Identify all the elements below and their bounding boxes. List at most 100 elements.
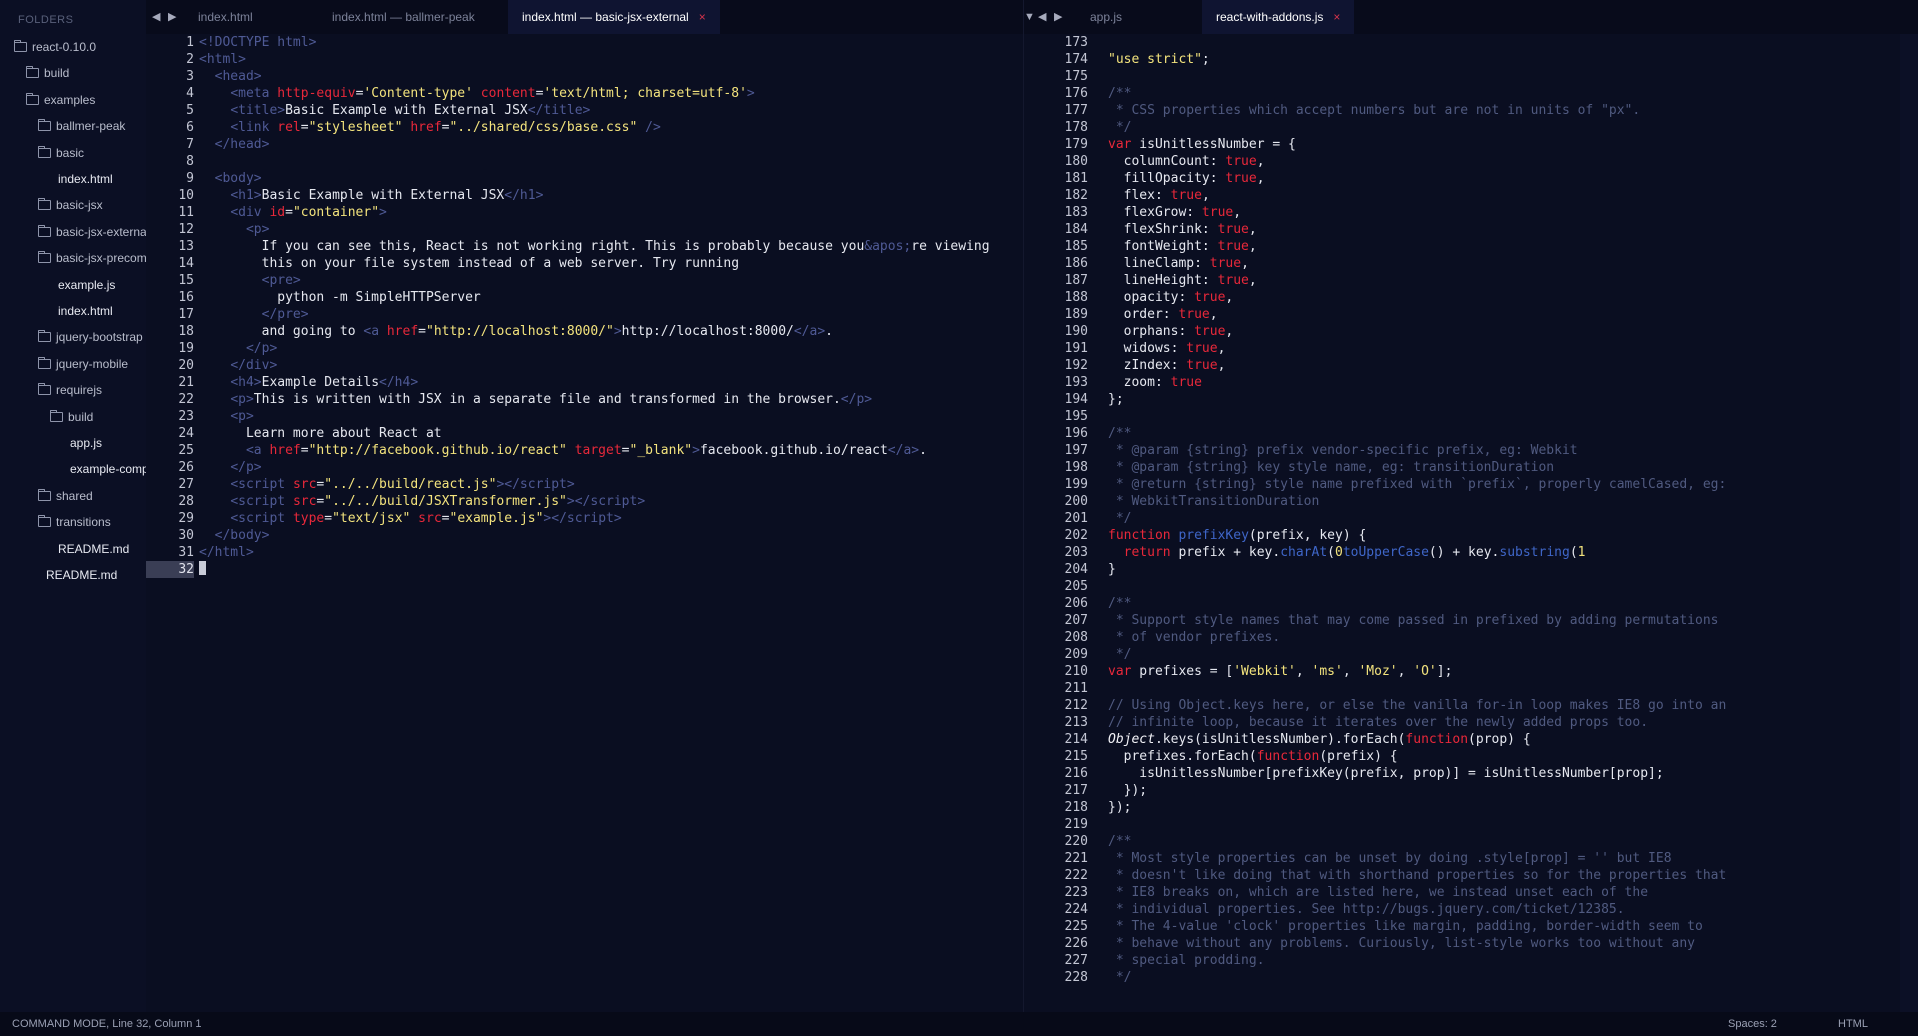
- tab[interactable]: index.html — basic-jsx-external ×: [508, 0, 720, 34]
- code-line[interactable]: var isUnitlessNumber = {: [1108, 136, 1726, 153]
- sidebar-folder[interactable]: transitions: [38, 511, 111, 533]
- code-line[interactable]: </html>: [199, 544, 990, 561]
- code-line[interactable]: */: [1108, 969, 1726, 986]
- syntax-mode[interactable]: HTML: [1838, 1012, 1868, 1036]
- code-line[interactable]: }: [1108, 561, 1726, 578]
- code-line[interactable]: * special prodding.: [1108, 952, 1726, 969]
- code-line[interactable]: */: [1108, 119, 1726, 136]
- code-line[interactable]: </body>: [199, 527, 990, 544]
- code-line[interactable]: lineHeight: true,: [1108, 272, 1726, 289]
- prev-tab-arrow-icon[interactable]: ◀: [1038, 0, 1046, 34]
- code-line[interactable]: * @param {string} key style name, eg: tr…: [1108, 459, 1726, 476]
- prev-tab-arrow-icon[interactable]: ◀: [152, 0, 160, 34]
- code-line[interactable]: <link rel="stylesheet" href="../shared/c…: [199, 119, 990, 136]
- code-line[interactable]: var prefixes = ['Webkit', 'ms', 'Moz', '…: [1108, 663, 1726, 680]
- code-line[interactable]: * WebkitTransitionDuration: [1108, 493, 1726, 510]
- code-line[interactable]: return prefix + key.charAt(0toUpperCase(…: [1108, 544, 1726, 561]
- code-line[interactable]: flex: true,: [1108, 187, 1726, 204]
- code-line[interactable]: };: [1108, 391, 1726, 408]
- code-line[interactable]: <script type="text/jsx" src="example.js"…: [199, 510, 990, 527]
- tab-menu-icon[interactable]: ▼: [1024, 0, 1035, 34]
- code-line[interactable]: flexShrink: true,: [1108, 221, 1726, 238]
- sidebar-folder[interactable]: basic-jsx-external: [38, 221, 146, 243]
- code-line[interactable]: * @return {string} style name prefixed w…: [1108, 476, 1727, 493]
- sidebar-folder[interactable]: jquery-bootstrap: [38, 326, 143, 348]
- next-tab-arrow-icon[interactable]: ▶: [1054, 0, 1062, 34]
- code-line[interactable]: <div id="container">: [199, 204, 990, 221]
- code-line[interactable]: /**: [1108, 425, 1726, 442]
- code-line[interactable]: <p>: [199, 408, 990, 425]
- code-line[interactable]: <a href="http://facebook.github.io/react…: [199, 442, 990, 459]
- indentation-setting[interactable]: Spaces: 2: [1728, 1012, 1777, 1036]
- code-line[interactable]: "use strict";: [1108, 51, 1726, 68]
- code-line[interactable]: zIndex: true,: [1108, 357, 1726, 374]
- code-line[interactable]: <script src="../../build/react.js"></scr…: [199, 476, 990, 493]
- code-line[interactable]: * @param {string} prefix vendor-specific…: [1108, 442, 1726, 459]
- code-line[interactable]: widows: true,: [1108, 340, 1726, 357]
- code-line[interactable]: Object.keys(isUnitlessNumber).forEach(fu…: [1108, 731, 1726, 748]
- code-line[interactable]: [1108, 578, 1726, 595]
- code-line[interactable]: this on your file system instead of a we…: [199, 255, 990, 272]
- tab[interactable]: index.html: [184, 0, 267, 34]
- sidebar-file[interactable]: README.md: [58, 538, 129, 560]
- code-line[interactable]: orphans: true,: [1108, 323, 1726, 340]
- code-line[interactable]: function prefixKey(prefix, key) {: [1108, 527, 1726, 544]
- close-tab-icon[interactable]: ×: [699, 10, 706, 24]
- code-line[interactable]: </p>: [199, 340, 990, 357]
- sidebar-folder[interactable]: examples: [26, 89, 95, 111]
- code-line[interactable]: * doesn't like doing that with shorthand…: [1108, 867, 1727, 884]
- sidebar-file[interactable]: example-component.js: [70, 458, 146, 480]
- code-line[interactable]: </div>: [199, 357, 990, 374]
- code-line[interactable]: * IE8 breaks on, which are listed here, …: [1108, 884, 1726, 901]
- code-line[interactable]: <html>: [199, 51, 990, 68]
- code-line[interactable]: */: [1108, 510, 1726, 527]
- sidebar-folder[interactable]: build: [50, 406, 93, 428]
- code-line[interactable]: [1108, 816, 1726, 833]
- scrollbar[interactable]: [1900, 34, 1918, 1012]
- code-line[interactable]: lineClamp: true,: [1108, 255, 1726, 272]
- code-line[interactable]: flexGrow: true,: [1108, 204, 1726, 221]
- code-line[interactable]: * behave without any problems. Curiously…: [1108, 935, 1726, 952]
- sidebar-folder[interactable]: requirejs: [38, 379, 102, 401]
- code-line[interactable]: [1108, 34, 1726, 51]
- code-line[interactable]: columnCount: true,: [1108, 153, 1726, 170]
- code-line[interactable]: python -m SimpleHTTPServer: [199, 289, 990, 306]
- code-line[interactable]: <head>: [199, 68, 990, 85]
- code-area[interactable]: "use strict"; /** * CSS properties which …: [1108, 34, 1726, 986]
- tab[interactable]: index.html — ballmer-peak: [318, 0, 489, 34]
- code-line[interactable]: <body>: [199, 170, 990, 187]
- code-line[interactable]: </pre>: [199, 306, 990, 323]
- code-line[interactable]: fontWeight: true,: [1108, 238, 1726, 255]
- sidebar-folder[interactable]: jquery-mobile: [38, 353, 128, 375]
- code-line[interactable]: <!DOCTYPE html>: [199, 34, 990, 51]
- code-line[interactable]: [1108, 680, 1726, 697]
- code-line[interactable]: // infinite loop, because it iterates ov…: [1108, 714, 1726, 731]
- sidebar-folder[interactable]: ballmer-peak: [38, 115, 125, 137]
- code-line[interactable]: prefixes.forEach(function(prefix) {: [1108, 748, 1726, 765]
- sidebar-folder[interactable]: build: [26, 62, 69, 84]
- code-line[interactable]: <h1>Basic Example with External JSX</h1>: [199, 187, 990, 204]
- code-line[interactable]: opacity: true,: [1108, 289, 1726, 306]
- sidebar-folder[interactable]: basic-jsx: [38, 194, 103, 216]
- code-line[interactable]: [199, 561, 990, 578]
- code-line[interactable]: * individual properties. See http://bugs…: [1108, 901, 1726, 918]
- code-line[interactable]: <pre>: [199, 272, 990, 289]
- sidebar-file[interactable]: app.js: [70, 432, 102, 454]
- sidebar-file[interactable]: index.html: [58, 168, 113, 190]
- code-line[interactable]: /**: [1108, 833, 1726, 850]
- close-tab-icon[interactable]: ×: [1333, 10, 1340, 24]
- tab[interactable]: app.js: [1076, 0, 1136, 34]
- sidebar-folder[interactable]: basic: [38, 142, 84, 164]
- code-line[interactable]: * The 4-value 'clock' properties like ma…: [1108, 918, 1726, 935]
- left-editor[interactable]: 1 2 3 4 5 6 7 8 9 10 11 12 13 14 15 16 17 18 19 20 21 22 23 24 2…: [146, 34, 1023, 1012]
- code-line[interactable]: </p>: [199, 459, 990, 476]
- next-tab-arrow-icon[interactable]: ▶: [168, 0, 176, 34]
- code-line[interactable]: <title>Basic Example with External JSX</…: [199, 102, 990, 119]
- right-editor[interactable]: 173 174 175 176 177 178 179 180 181 182 183 184 185 1…: [1024, 34, 1900, 1012]
- code-area[interactable]: <!DOCTYPE html> <html> <head> <meta http-…: [199, 34, 990, 578]
- sidebar-file[interactable]: example.js: [58, 274, 115, 296]
- code-line[interactable]: <p>This is written with JSX in a separat…: [199, 391, 990, 408]
- code-line[interactable]: /**: [1108, 595, 1726, 612]
- code-line[interactable]: */: [1108, 646, 1726, 663]
- code-line[interactable]: </head>: [199, 136, 990, 153]
